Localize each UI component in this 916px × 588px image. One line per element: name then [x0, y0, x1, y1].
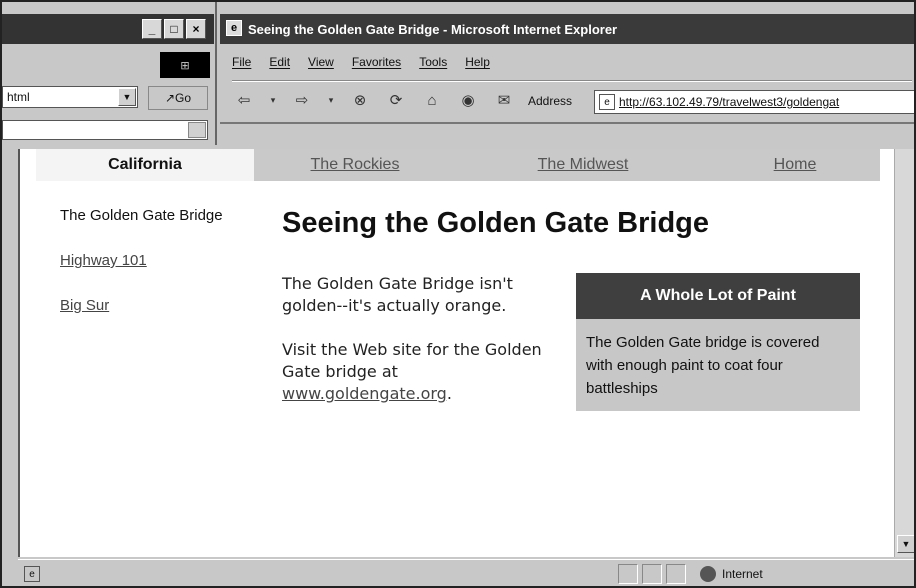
- menu-file[interactable]: File: [232, 55, 251, 69]
- intro-paragraph: The Golden Gate Bridge isn't golden--it'…: [282, 274, 513, 315]
- tab-the-rockies[interactable]: The Rockies: [254, 149, 456, 181]
- forward-arrow-icon[interactable]: ⇨: [290, 88, 314, 112]
- go-arrow-icon: ↗: [164, 91, 176, 105]
- site-navigation: California The Rockies The Midwest Home: [36, 149, 880, 181]
- menu-view[interactable]: View: [308, 55, 334, 69]
- home-icon[interactable]: ⌂: [420, 88, 444, 112]
- callout-title: A Whole Lot of Paint: [576, 273, 860, 319]
- status-bar: e Internet: [18, 559, 914, 586]
- windows-logo-icon: ⊞: [160, 52, 210, 78]
- website-paragraph: Visit the Web site for the Golden Gate b…: [282, 339, 562, 405]
- address-label: Address: [528, 94, 573, 108]
- stop-icon[interactable]: ⊗: [348, 88, 372, 112]
- links-bar: [220, 122, 914, 146]
- browser-page-icon: e: [226, 20, 242, 36]
- refresh-icon[interactable]: ⟳: [384, 88, 408, 112]
- scroll-button[interactable]: [188, 122, 206, 138]
- menu-tools[interactable]: Tools: [419, 55, 447, 69]
- menu-help[interactable]: Help: [465, 55, 490, 69]
- forward-dropdown-icon[interactable]: ▾: [326, 88, 336, 112]
- screenshot-frame: _ □ × ⊞ html ▼ ↗ Go e Seeing the Golden G…: [0, 0, 916, 588]
- globe-icon: [700, 566, 716, 582]
- maximize-button[interactable]: □: [164, 19, 184, 39]
- address-field[interactable]: e http://63.102.49.79/travelwest3/golden…: [594, 90, 914, 114]
- back-arrow-icon[interactable]: ⇦: [232, 88, 256, 112]
- tab-california[interactable]: California: [36, 149, 254, 181]
- vertical-scrollbar[interactable]: ▼: [894, 149, 914, 557]
- scroll-down-icon[interactable]: ▼: [897, 535, 914, 553]
- toolbar-divider: [232, 80, 912, 82]
- article-body: The Golden Gate Bridge isn't golden--it'…: [282, 273, 562, 427]
- search-icon[interactable]: ◉: [456, 88, 480, 112]
- menu-bar: File Edit View Favorites Tools Help: [232, 50, 490, 74]
- status-panel: [666, 564, 686, 584]
- sidebar: The Golden Gate Bridge Highway 101 Big S…: [60, 205, 230, 340]
- window-title: Seeing the Golden Gate Bridge - Microsof…: [248, 21, 618, 37]
- page-viewport: California The Rockies The Midwest Home …: [18, 149, 894, 557]
- security-zone: Internet: [692, 564, 763, 584]
- status-panel: [618, 564, 638, 584]
- menu-edit[interactable]: Edit: [269, 55, 290, 69]
- tab-the-midwest[interactable]: The Midwest: [456, 149, 710, 181]
- background-window: _ □ × ⊞ html ▼ ↗ Go: [2, 2, 217, 145]
- sidebar-current-page: The Golden Gate Bridge: [60, 207, 223, 224]
- browser-window: e Seeing the Golden Gate Bridge - Micros…: [220, 14, 914, 149]
- sidebar-link-highway-101[interactable]: Highway 101: [60, 250, 230, 271]
- zone-label: Internet: [722, 567, 763, 581]
- background-scroll-field: [2, 120, 208, 140]
- status-panel: [642, 564, 662, 584]
- favorites-icon[interactable]: ✉: [492, 88, 516, 112]
- website-paragraph-text: Visit the Web site for the Golden Gate b…: [282, 340, 542, 381]
- chevron-down-icon[interactable]: ▼: [118, 88, 136, 106]
- window-titlebar: e Seeing the Golden Gate Bridge - Micros…: [220, 14, 914, 44]
- website-paragraph-end: .: [446, 384, 452, 403]
- sidebar-link-big-sur[interactable]: Big Sur: [60, 295, 230, 316]
- page-status-icon: e: [24, 566, 40, 582]
- menu-favorites[interactable]: Favorites: [352, 55, 401, 69]
- page-icon: e: [599, 94, 615, 110]
- minimize-button[interactable]: _: [142, 19, 162, 39]
- callout-body: The Golden Gate bridge is covered with e…: [586, 334, 820, 397]
- navigation-toolbar: ⇦ ▾ ⇨ ▾ ⊗ ⟳ ⌂ ◉ ✉: [232, 86, 516, 114]
- fact-callout: A Whole Lot of Paint The Golden Gate bri…: [576, 273, 860, 411]
- back-dropdown-icon[interactable]: ▾: [268, 88, 278, 112]
- go-button[interactable]: ↗ Go: [148, 86, 208, 110]
- go-label: Go: [175, 91, 192, 105]
- tab-home[interactable]: Home: [710, 149, 880, 181]
- close-button[interactable]: ×: [186, 19, 206, 39]
- goldengate-link[interactable]: www.goldengate.org: [282, 384, 447, 403]
- page-title: Seeing the Golden Gate Bridge: [282, 207, 710, 239]
- address-url: http://63.102.49.79/travelwest3/goldenga…: [619, 95, 840, 109]
